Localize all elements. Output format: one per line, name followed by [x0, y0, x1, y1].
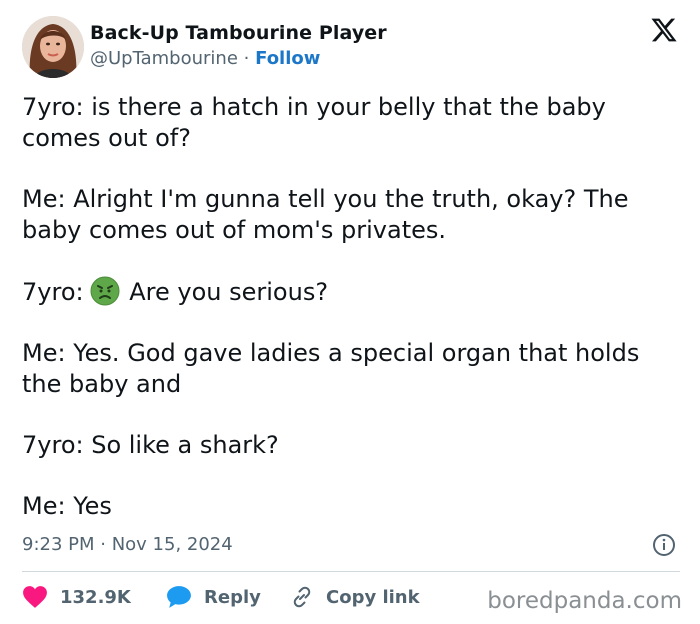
author-handle-row: @UpTambourine · Follow — [90, 48, 320, 69]
author-handle[interactable]: @UpTambourine — [90, 48, 238, 69]
reply-button[interactable]: Reply — [166, 585, 261, 609]
post-paragraph: Me: Yes. God gave ladies a special organ… — [22, 339, 647, 398]
handle-separator: · — [243, 48, 250, 69]
info-icon[interactable] — [652, 533, 676, 557]
emoji-line-suffix: Are you serious? — [129, 278, 329, 306]
divider — [22, 571, 680, 572]
post-paragraph: Me: Yes — [22, 492, 112, 520]
post-text: 7yro: is there a hatch in your belly tha… — [22, 92, 682, 522]
avatar[interactable] — [22, 16, 84, 78]
post-paragraph: 7yro: So like a shark? — [22, 431, 279, 459]
copy-link-button[interactable]: Copy link — [290, 585, 420, 609]
emoji-line-prefix: 7yro: — [22, 278, 84, 306]
author-name[interactable]: Back-Up Tambourine Player — [90, 22, 387, 44]
likes-count: 132.9K — [60, 586, 131, 608]
copy-link-label: Copy link — [326, 586, 420, 608]
watermark: boredpanda.com — [487, 588, 682, 614]
post-paragraph-emoji: 7yro: Are you serious? — [22, 276, 682, 308]
post-paragraph: Me: Alright I'm gunna tell you the truth… — [22, 185, 637, 244]
nauseated-face-icon — [90, 276, 120, 306]
avatar-image — [22, 16, 84, 78]
post-timestamp[interactable]: 9:23 PM · Nov 15, 2024 — [22, 534, 233, 555]
speech-bubble-icon — [167, 586, 191, 608]
reply-label: Reply — [204, 586, 261, 608]
follow-button[interactable]: Follow — [255, 48, 320, 69]
x-logo-icon[interactable] — [650, 16, 678, 44]
heart-icon — [23, 586, 47, 608]
link-icon — [293, 586, 311, 608]
post-header: Back-Up Tambourine Player @UpTambourine … — [22, 14, 682, 80]
like-button[interactable]: 132.9K — [22, 585, 131, 609]
post-paragraph: 7yro: is there a hatch in your belly tha… — [22, 93, 614, 152]
